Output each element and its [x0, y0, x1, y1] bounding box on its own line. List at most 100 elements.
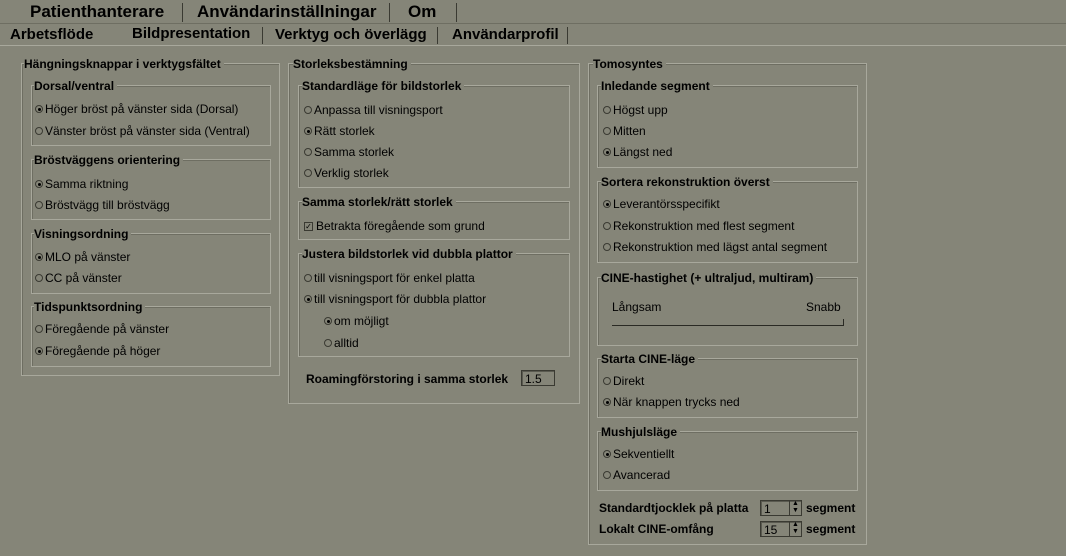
- group-title: Tomosyntes: [593, 57, 666, 71]
- cine-omfang-label: Lokalt CINE-omfång: [599, 522, 714, 536]
- radio-foregaende-hoger[interactable]: Föregående på höger: [35, 344, 160, 358]
- option-label: MLO på vänster: [45, 250, 131, 264]
- starta-cine-group: [597, 358, 858, 418]
- radio-samma-storlek[interactable]: Samma storlek: [304, 145, 394, 159]
- radio-icon: [603, 450, 611, 458]
- cine-omfang-spinner-icon[interactable]: ▲ ▼: [789, 521, 801, 537]
- tab-om[interactable]: Om: [408, 2, 436, 22]
- option-label: Mitten: [613, 124, 646, 138]
- option-label: Längst ned: [613, 145, 673, 159]
- option-label: Sekventiellt: [613, 447, 675, 461]
- radio-cc-vanster[interactable]: CC på vänster: [35, 271, 122, 285]
- option-label: Föregående på höger: [45, 344, 161, 358]
- radio-leverantorsspecifikt[interactable]: Leverantörsspecifikt: [603, 197, 720, 211]
- radio-om-mojligt[interactable]: om möjligt: [324, 314, 389, 328]
- cine-omfang-unit: segment: [806, 522, 856, 536]
- sub-tab-bar: Arbetsflöde Bildpresentation Verktyg och…: [0, 24, 1066, 46]
- tjocklek-value: 1: [764, 502, 771, 516]
- option-label: Vänster bröst på vänster sida (Ventral): [45, 124, 250, 138]
- radio-ratt-storlek[interactable]: Rätt storlek: [304, 124, 375, 138]
- tab-arbetsflode[interactable]: Arbetsflöde: [10, 26, 93, 44]
- option-label: Samma riktning: [45, 177, 129, 191]
- tab-anvandarprofil[interactable]: Användarprofil: [452, 26, 559, 44]
- radio-sekventiellt[interactable]: Sekventiellt: [603, 447, 674, 461]
- tjocklek-label: Standardtjocklek på platta: [599, 501, 749, 515]
- radio-enkel-platta[interactable]: till visningsport för enkel platta: [304, 271, 475, 285]
- option-label: Leverantörsspecifikt: [613, 197, 720, 211]
- radio-nar-knappen[interactable]: När knappen trycks ned: [603, 395, 740, 409]
- radio-icon: [35, 105, 43, 113]
- radio-icon: [304, 274, 312, 282]
- option-label: Rätt storlek: [314, 124, 375, 138]
- mushjulslage-group: [597, 431, 858, 491]
- radio-flest-segment[interactable]: Rekonstruktion med flest segment: [603, 219, 794, 233]
- cine-slider-thumb[interactable]: [839, 319, 844, 326]
- radio-icon: [304, 169, 312, 177]
- option-label: om möjligt: [334, 314, 389, 328]
- radio-icon: [35, 127, 43, 135]
- radio-lagst-segment[interactable]: Rekonstruktion med lägst antal segment: [603, 240, 827, 254]
- group-title: Bröstväggens orientering: [34, 153, 184, 167]
- option-label: till visningsport för enkel platta: [314, 271, 475, 285]
- tab-patienthanterare[interactable]: Patienthanterare: [30, 2, 164, 22]
- radio-samma-riktning[interactable]: Samma riktning: [35, 177, 128, 191]
- slider-max-label: Snabb: [806, 300, 841, 314]
- option-label: till visningsport för dubbla plattor: [314, 292, 487, 306]
- option-label: Rekonstruktion med lägst antal segment: [613, 240, 828, 254]
- radio-dorsal[interactable]: Höger bröst på vänster sida (Dorsal): [35, 102, 238, 116]
- radio-icon: [35, 347, 43, 355]
- tab-verktyg-och-overlagg[interactable]: Verktyg och överlägg: [275, 26, 427, 44]
- group-title: Standardläge för bildstorlek: [302, 79, 465, 93]
- cine-slider-track[interactable]: [612, 325, 844, 326]
- group-title: Starta CINE-läge: [601, 352, 699, 366]
- radio-langst-ned[interactable]: Längst ned: [603, 145, 672, 159]
- radio-icon: [35, 201, 43, 209]
- radio-brostvagg-till-brostvagg[interactable]: Bröstvägg till bröstvägg: [35, 198, 170, 212]
- option-label: När knappen trycks ned: [613, 395, 740, 409]
- option-label: alltid: [334, 336, 359, 350]
- tjocklek-spinner-icon[interactable]: ▲ ▼: [789, 500, 801, 516]
- group-title: Storleksbestämning: [293, 57, 411, 71]
- radio-dubbla-plattor[interactable]: till visningsport för dubbla plattor: [304, 292, 486, 306]
- checkbox-icon: ✓: [304, 221, 313, 231]
- radio-icon: [35, 274, 43, 282]
- option-label: Betrakta föregående som grund: [316, 219, 485, 233]
- radio-icon: [304, 295, 312, 303]
- group-title: Justera bildstorlek vid dubbla plattor: [302, 247, 516, 261]
- checkbox-betrakta[interactable]: ✓ Betrakta föregående som grund: [304, 219, 485, 233]
- radio-mlo-vanster[interactable]: MLO på vänster: [35, 250, 130, 264]
- radio-icon: [304, 106, 312, 114]
- radio-foregaende-vanster[interactable]: Föregående på vänster: [35, 322, 169, 336]
- radio-icon: [324, 339, 332, 347]
- radio-alltid[interactable]: alltid: [324, 336, 359, 350]
- radio-hogst-upp[interactable]: Högst upp: [603, 103, 668, 117]
- group-title: Dorsal/ventral: [34, 79, 118, 93]
- radio-icon: [603, 148, 611, 156]
- option-label: Anpassa till visningsport: [314, 103, 443, 117]
- radio-ventral[interactable]: Vänster bröst på vänster sida (Ventral): [35, 124, 250, 138]
- option-label: Direkt: [613, 374, 645, 388]
- slider-min-label: Långsam: [612, 300, 662, 314]
- radio-icon: [603, 243, 611, 251]
- roaming-input[interactable]: 1.5: [521, 370, 555, 386]
- option-label: Rekonstruktion med flest segment: [613, 219, 795, 233]
- group-title: Hängningsknappar i verktygsfältet: [24, 57, 224, 71]
- tjocklek-unit: segment: [806, 501, 856, 515]
- radio-avancerad[interactable]: Avancerad: [603, 468, 670, 482]
- radio-icon: [324, 317, 332, 325]
- tab-divider: [182, 3, 183, 22]
- tab-bildpresentation[interactable]: Bildpresentation: [132, 25, 251, 45]
- tab-anvandarinstallningar[interactable]: Användarinställningar: [197, 2, 376, 22]
- radio-direkt[interactable]: Direkt: [603, 374, 644, 388]
- option-label: Höger bröst på vänster sida (Dorsal): [45, 102, 239, 116]
- tab-divider: [456, 3, 457, 22]
- radio-verklig-storlek[interactable]: Verklig storlek: [304, 166, 389, 180]
- option-label: Bröstvägg till bröstvägg: [45, 198, 170, 212]
- radio-icon: [603, 127, 611, 135]
- radio-anpassa[interactable]: Anpassa till visningsport: [304, 103, 443, 117]
- radio-icon: [304, 127, 312, 135]
- radio-icon: [304, 148, 312, 156]
- radio-icon: [603, 106, 611, 114]
- radio-mitten[interactable]: Mitten: [603, 124, 646, 138]
- option-label: Verklig storlek: [314, 166, 389, 180]
